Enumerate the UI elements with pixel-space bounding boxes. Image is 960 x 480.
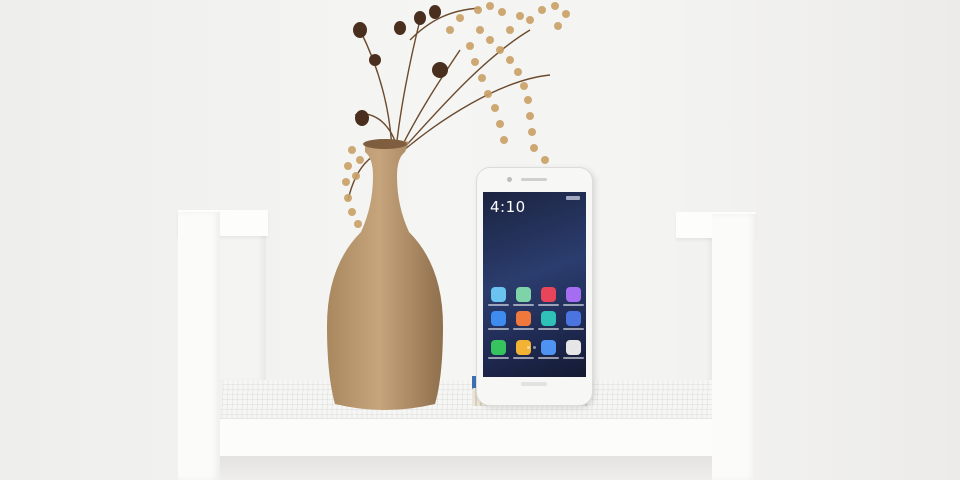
- files-icon: [563, 287, 584, 306]
- themes-icon: [513, 311, 534, 330]
- smartphone: 4:10: [476, 167, 593, 406]
- camera-icon: [563, 340, 584, 359]
- earpiece-speaker: [521, 178, 547, 181]
- ceramic-vase: [327, 139, 443, 410]
- settings-icon: [488, 311, 509, 330]
- shelf-front-right-post: [712, 214, 756, 480]
- messages-icon: [538, 340, 559, 359]
- lockscreen-clock: 4:10: [490, 198, 526, 216]
- shelf-under-shadow: [220, 456, 714, 480]
- home-button: [521, 382, 547, 386]
- shelf-back-left-post: [220, 232, 266, 382]
- app-grid: [488, 287, 584, 364]
- phone-screen: 4:10: [483, 192, 586, 377]
- shelf-front-edge: [218, 418, 716, 457]
- weather-app-icon: [488, 287, 509, 306]
- shelf-back-right-post: [676, 234, 714, 384]
- battery-icon: [566, 196, 580, 200]
- security-icon: [538, 311, 559, 330]
- front-camera: [507, 177, 512, 182]
- music-icon: [538, 287, 559, 306]
- dialer-icon: [488, 340, 509, 359]
- tools-icon: [563, 311, 584, 330]
- gallery-icon: [513, 287, 534, 306]
- page-indicator: [527, 346, 543, 349]
- photo-scene: 4:10: [0, 0, 960, 480]
- shelf-surface: [221, 380, 713, 420]
- shelf-front-left-post: [178, 212, 220, 480]
